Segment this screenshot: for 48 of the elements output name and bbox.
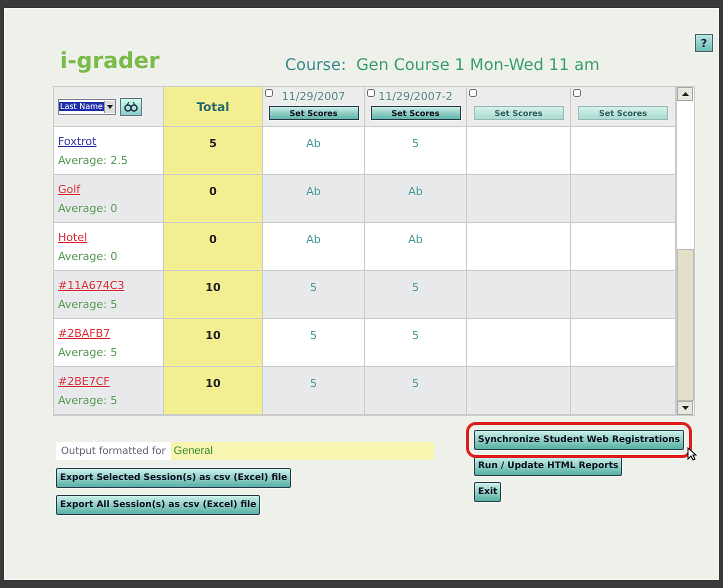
total-cell: 10: [164, 367, 263, 415]
logo: i-grader: [60, 49, 161, 74]
table-cell: Ab: [365, 175, 467, 223]
output-label: Output formatted for: [60, 446, 167, 456]
session-checkbox[interactable]: [367, 89, 375, 97]
total-cell: 0: [164, 175, 263, 223]
export-button[interactable]: Export All Session(s) as csv (Excel) file: [56, 495, 260, 515]
down-arrow-icon: [682, 406, 688, 410]
student-average: Average: 2.5: [58, 154, 128, 167]
action-button[interactable]: Run / Update HTML Reports: [474, 456, 622, 476]
table-cell: 5: [365, 367, 467, 415]
student-link[interactable]: Golf: [58, 183, 80, 196]
sort-dropdown[interactable]: Last Name: [58, 98, 116, 114]
column-header: Total: [164, 87, 263, 127]
student-link[interactable]: Foxtrot: [58, 135, 96, 148]
student-link[interactable]: #11A674C3: [58, 279, 124, 292]
student-average: Average: 5: [58, 346, 118, 359]
session-date: 11/29/2007: [282, 90, 346, 104]
total-cell: 0: [164, 223, 263, 271]
dropdown-arrow-icon: [106, 104, 113, 108]
table-cell: Ab: [263, 175, 365, 223]
student-average: Average: 5: [58, 298, 118, 311]
student-link[interactable]: #2BAFB7: [58, 327, 110, 340]
table-cell: 5: [263, 271, 365, 319]
student-link[interactable]: Hotel: [58, 231, 88, 244]
output-format-field[interactable]: General: [170, 442, 434, 460]
student-average: Average: 0: [58, 202, 118, 215]
total-cell: 5: [164, 127, 263, 175]
action-button[interactable]: Exit: [474, 482, 502, 502]
student-average: Average: 5: [58, 394, 118, 407]
student-link[interactable]: #2BE7CF: [58, 375, 110, 388]
table-cell: 5: [365, 271, 467, 319]
up-arrow-icon: [682, 92, 688, 96]
scrollbar[interactable]: [676, 87, 694, 415]
table-cell: 5: [263, 367, 365, 415]
total-cell: 10: [164, 319, 263, 367]
binoculars-icon: [124, 102, 138, 112]
total-cell: 10: [164, 271, 263, 319]
export-button[interactable]: Export Selected Session(s) as csv (Excel) file: [56, 468, 292, 488]
cursor-icon: [687, 447, 698, 461]
set-scores-button[interactable]: Set Scores: [370, 106, 460, 120]
set-scores-button[interactable]: Set Scores: [268, 106, 358, 120]
sort-button[interactable]: [120, 98, 142, 116]
session-date: 11/29/2007-2: [378, 90, 453, 104]
course-title: Course: Gen Course 1 Mon-Wed 11 am: [285, 55, 600, 74]
session-checkbox[interactable]: [265, 89, 273, 97]
student-average: Average: 0: [58, 250, 118, 263]
help-button[interactable]: ?: [695, 34, 713, 52]
